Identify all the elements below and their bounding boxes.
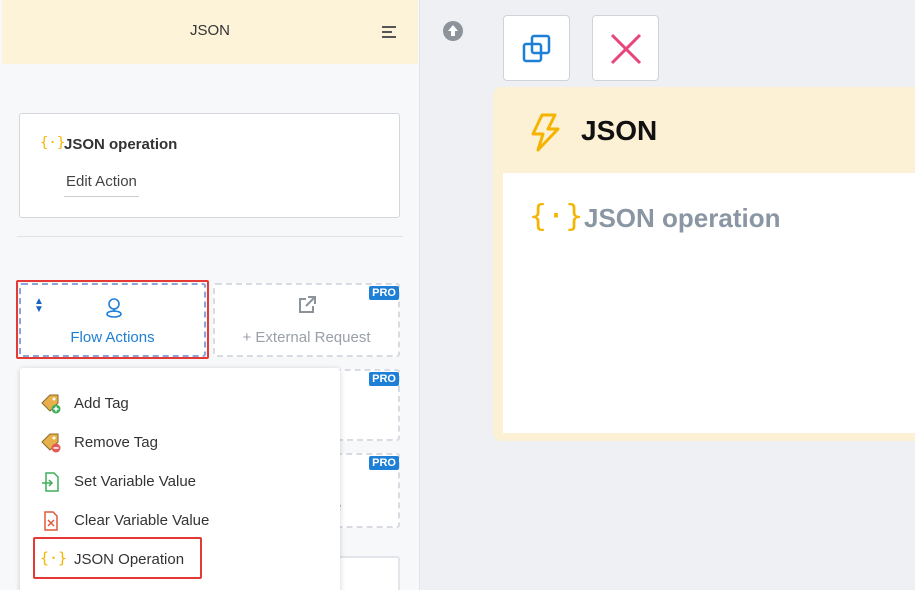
arrow-up-icon[interactable] bbox=[443, 21, 463, 41]
close-button[interactable] bbox=[592, 15, 659, 81]
edit-action-button[interactable]: Edit Action bbox=[64, 173, 139, 197]
braces-icon: {·} bbox=[529, 199, 584, 234]
braces-icon: {·} bbox=[40, 549, 68, 567]
panel-title: JSON bbox=[189, 22, 230, 39]
action-name: JSON operation bbox=[64, 136, 178, 153]
menu-item-label: Set Variable Value bbox=[74, 473, 197, 490]
menu-icon[interactable] bbox=[382, 26, 396, 38]
menu-item-clear-variable[interactable]: Clear Variable Value bbox=[20, 501, 340, 539]
panel-header: JSON bbox=[2, 0, 418, 64]
external-request-label: + External Request bbox=[242, 329, 371, 346]
menu-item-label: JSON Operation bbox=[74, 551, 185, 568]
menu-item-label: Add Tag bbox=[74, 395, 129, 412]
menu-item-set-variable[interactable]: Set Variable Value bbox=[20, 462, 340, 500]
pro-badge: PRO bbox=[369, 372, 399, 386]
action-card: {·} JSON operation Edit Action bbox=[19, 113, 400, 218]
pin-icon bbox=[106, 298, 122, 318]
json-node[interactable]: JSON {·} JSON operation bbox=[493, 87, 915, 441]
menu-item-add-tag[interactable]: Add Tag bbox=[20, 384, 340, 422]
copy-button[interactable] bbox=[503, 15, 570, 81]
external-link-icon bbox=[299, 296, 316, 313]
divider bbox=[17, 236, 403, 237]
close-icon bbox=[610, 33, 642, 65]
menu-item[interactable]: {·} bbox=[20, 579, 340, 590]
clear-variable-icon bbox=[44, 511, 58, 531]
node-header: JSON bbox=[493, 87, 915, 173]
pro-badge: PRO bbox=[369, 286, 399, 300]
menu-item-label: Clear Variable Value bbox=[74, 512, 210, 529]
pro-badge: PRO bbox=[369, 456, 399, 470]
sort-icon[interactable]: ▲ ▼ bbox=[34, 297, 44, 315]
external-request-tile[interactable]: + External Request PRO bbox=[213, 283, 400, 357]
flow-actions-label: Flow Actions bbox=[70, 329, 155, 346]
node-operation-label: JSON operation bbox=[584, 203, 781, 233]
tag-remove-icon bbox=[41, 433, 61, 453]
node-title: JSON bbox=[581, 115, 658, 146]
flow-actions-tile[interactable]: ▲ ▼ Flow Actions bbox=[19, 283, 206, 357]
braces-icon: {·} bbox=[40, 135, 66, 151]
set-variable-icon bbox=[42, 472, 59, 492]
menu-item-remove-tag[interactable]: Remove Tag bbox=[20, 423, 340, 461]
tag-add-icon bbox=[41, 394, 61, 414]
flow-actions-dropdown: Add Tag Remove Tag Set Variable Value Cl… bbox=[20, 368, 340, 590]
node-body: {·} JSON operation bbox=[503, 173, 915, 433]
menu-item-json-operation[interactable]: {·} JSON Operation bbox=[20, 540, 340, 578]
menu-item-label: Remove Tag bbox=[74, 434, 158, 451]
copy-icon bbox=[522, 34, 551, 63]
action-tile[interactable] bbox=[330, 556, 400, 590]
lightning-icon bbox=[531, 113, 560, 152]
